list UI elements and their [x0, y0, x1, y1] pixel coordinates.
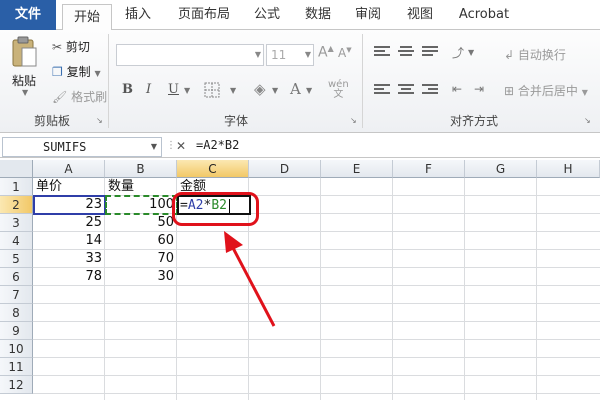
merge-dropdown-icon: ▼ [581, 88, 588, 97]
clipboard-group-label: 剪贴板 [33, 114, 70, 128]
format-painter-label: 格式刷 [71, 90, 108, 104]
ribbon-separator [362, 34, 363, 128]
font-group-label: 字体 [223, 114, 248, 128]
bold-button[interactable]: B [122, 82, 133, 97]
font-color-dropdown-icon[interactable]: ▼ [306, 86, 312, 95]
orientation-dropdown-icon[interactable]: ▼ [468, 48, 474, 57]
tab-view[interactable]: 视图 [398, 0, 442, 30]
underline-dropdown-icon[interactable]: ▼ [184, 86, 190, 95]
font-color-button[interactable]: A [290, 80, 301, 98]
shrink-font-icon[interactable]: A▼ [338, 46, 352, 60]
align-middle-icon[interactable] [398, 46, 414, 58]
ribbon-separator [108, 34, 109, 128]
underline-button[interactable]: U [168, 82, 179, 97]
formula-input[interactable]: =A2*B2 [196, 138, 239, 152]
chevron-down-icon: ▼ [304, 50, 311, 59]
copy-label: 复制 [66, 65, 91, 79]
font-launcher-icon[interactable]: ↘ [350, 116, 357, 125]
merge-center-button[interactable]: ⊞ 合并后居中 ▼ [504, 82, 588, 99]
alignment-launcher-icon[interactable]: ↘ [584, 116, 591, 125]
wrap-text-icon: ↲ [504, 48, 515, 62]
ribbon-tabs: 文件 开始 插入 页面布局 公式 数据 审阅 视图 Acrobat [0, 0, 600, 31]
borders-dropdown-icon[interactable]: ▼ [230, 86, 236, 95]
font-size-value: 11 [271, 48, 287, 62]
tab-data[interactable]: 数据 [298, 0, 338, 30]
wrap-text-button[interactable]: ↲ 自动换行 [504, 46, 566, 63]
cut-label: 剪切 [65, 40, 90, 54]
formula-bar: SUMIFS ▼ ⋮ ✕ =A2*B2 [0, 136, 600, 158]
orientation-icon[interactable]: ⤴ [452, 44, 464, 61]
align-center-icon[interactable] [398, 84, 414, 96]
font-name-select[interactable]: ▼ [116, 44, 264, 66]
cancel-icon[interactable]: ✕ [176, 139, 186, 153]
tab-home[interactable]: 开始 [62, 4, 112, 31]
clipboard-launcher-icon[interactable]: ↘ [96, 116, 103, 125]
brush-icon: 🖌 [52, 90, 68, 104]
formula-options-icon: ⋮ [166, 140, 176, 151]
name-box[interactable]: SUMIFS ▼ [2, 137, 162, 157]
merge-label: 合并后居中 [517, 84, 578, 98]
phonetic-icon[interactable]: wén 文 [328, 80, 349, 100]
decrease-indent-icon[interactable]: ⇤ [452, 82, 462, 96]
tab-review[interactable]: 审阅 [348, 0, 388, 30]
worksheet-grid: A B C D E F G H 1 2 3 4 5 6 7 8 9 10 11 … [0, 160, 600, 400]
chevron-down-icon: ▼ [150, 142, 157, 151]
tab-page-layout[interactable]: 页面布局 [168, 0, 240, 30]
tab-file[interactable]: 文件 [0, 0, 56, 30]
tab-insert[interactable]: 插入 [116, 0, 160, 30]
font-size-select[interactable]: 11 ▼ [266, 44, 314, 66]
excel-window: 文件 开始 插入 页面布局 公式 数据 审阅 视图 Acrobat 粘贴 ▼ ✂… [0, 0, 600, 400]
copy-icon: ❐ [52, 65, 63, 79]
scissors-icon: ✂ [52, 40, 63, 54]
italic-button[interactable]: I [146, 82, 151, 97]
align-left-icon[interactable] [374, 84, 390, 96]
grow-font-icon[interactable]: A▲ [318, 44, 334, 61]
borders-icon[interactable] [204, 82, 220, 101]
copy-dropdown-icon: ▼ [94, 69, 101, 78]
name-box-value: SUMIFS [43, 140, 87, 154]
format-painter-button[interactable]: 🖌 格式刷 [52, 88, 107, 105]
cut-button[interactable]: ✂ 剪切 [52, 38, 90, 55]
annotation-arrow-icon [224, 231, 276, 327]
fill-color-icon[interactable]: ◈ [254, 80, 266, 98]
ribbon-home: 粘贴 ▼ ✂ 剪切 ❐ 复制 ▼ 🖌 格式刷 剪贴板 ↘ ▼ 11 ▼ A▲ A… [0, 30, 600, 133]
tab-formulas[interactable]: 公式 [246, 0, 288, 30]
align-bottom-icon[interactable] [422, 46, 438, 58]
align-top-icon[interactable] [374, 46, 390, 58]
increase-indent-icon[interactable]: ⇥ [474, 82, 484, 96]
paste-dropdown-icon[interactable]: ▼ [22, 88, 28, 97]
copy-button[interactable]: ❐ 复制 ▼ [52, 63, 101, 80]
tab-acrobat[interactable]: Acrobat [452, 0, 516, 30]
align-right-icon[interactable] [422, 84, 438, 96]
paste-icon[interactable] [10, 34, 40, 70]
wrap-text-label: 自动换行 [517, 48, 566, 62]
merge-icon: ⊞ [504, 84, 515, 98]
chevron-down-icon: ▼ [254, 50, 261, 59]
fill-dropdown-icon[interactable]: ▼ [272, 86, 278, 95]
alignment-group-label: 对齐方式 [449, 114, 498, 128]
paste-button[interactable]: 粘贴 [12, 72, 36, 89]
